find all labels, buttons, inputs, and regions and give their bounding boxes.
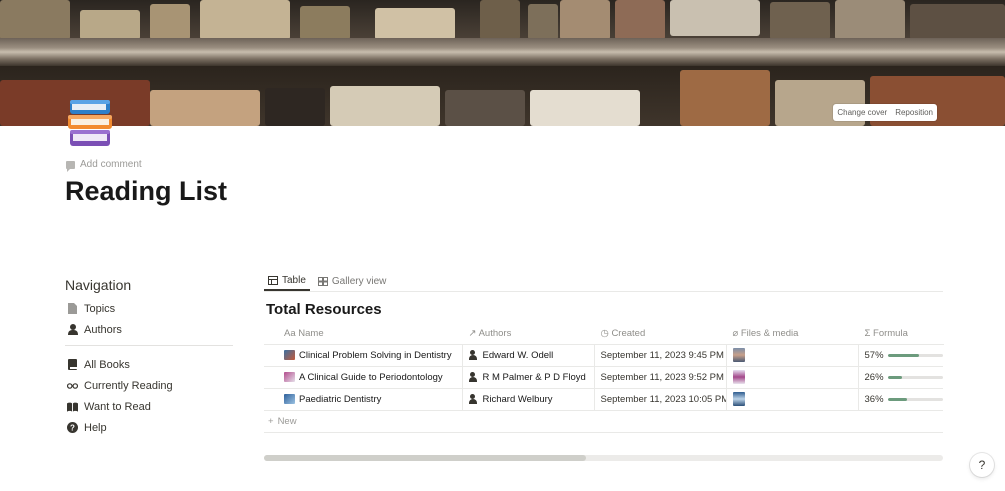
- person-icon: [468, 350, 477, 360]
- glasses-icon: [67, 380, 78, 391]
- text-type-icon: Aa: [284, 328, 296, 340]
- column-header-created[interactable]: ◷ Created: [594, 324, 727, 345]
- progress-fill: [887, 397, 908, 401]
- tab-label: Table: [282, 275, 306, 286]
- add-comment-button[interactable]: Add comment: [66, 159, 142, 172]
- person-icon: [468, 372, 477, 382]
- nav-item-label: Currently Reading: [84, 379, 173, 392]
- cover-image: Change cover Reposition: [0, 0, 1005, 126]
- person-icon: [67, 324, 78, 335]
- row-created: September 11, 2023 9:45 PM: [600, 349, 724, 361]
- column-header-name[interactable]: Aa Name: [264, 324, 463, 345]
- column-label: Name: [298, 328, 324, 340]
- tab-table[interactable]: Table: [264, 275, 310, 291]
- file-thumbnail[interactable]: [732, 392, 745, 406]
- database-view: Table Gallery view Total Resources Aa Na…: [264, 270, 944, 433]
- nav-item-label: Authors: [84, 323, 122, 336]
- nav-item-label: All Books: [84, 358, 130, 371]
- nav-item-authors[interactable]: Authors: [65, 319, 233, 340]
- nav-divider: [65, 345, 233, 346]
- nav-item-want-to-read[interactable]: Want to Read: [65, 396, 233, 417]
- new-row-label: New: [277, 415, 297, 427]
- table-row[interactable]: Clinical Problem Solving in Dentistry Ed…: [264, 344, 943, 367]
- svg-text:?: ?: [70, 423, 75, 432]
- comment-icon: [66, 160, 75, 172]
- progress-bar: [887, 353, 943, 357]
- database-title[interactable]: Total Resources: [266, 301, 943, 318]
- person-icon: [468, 394, 477, 404]
- clock-icon: ◷: [600, 328, 609, 340]
- page-title[interactable]: Reading List: [65, 176, 227, 207]
- progress-fill: [887, 353, 920, 357]
- column-label: Formula: [873, 328, 908, 340]
- nav-item-label: Topics: [84, 302, 116, 315]
- tab-gallery-view[interactable]: Gallery view: [314, 276, 390, 291]
- table-row[interactable]: A Clinical Guide to Periodontology R M P…: [264, 366, 943, 389]
- row-formula: 36%: [864, 393, 884, 405]
- file-thumbnail[interactable]: [732, 370, 745, 384]
- change-cover-button[interactable]: Change cover: [833, 104, 891, 121]
- row-author[interactable]: Edward W. Odell: [483, 350, 554, 361]
- database-table: Aa Name ↗ Authors ◷ Created ⌀ Files & me…: [264, 324, 944, 411]
- progress-bar: [887, 375, 943, 379]
- books-icon[interactable]: [66, 98, 118, 150]
- tab-label: Gallery view: [331, 276, 387, 287]
- row-name[interactable]: Paediatric Dentistry: [299, 394, 381, 405]
- navigation-heading: Navigation: [65, 277, 132, 293]
- row-name[interactable]: Clinical Problem Solving in Dentistry: [299, 350, 452, 361]
- row-formula: 57%: [864, 349, 884, 361]
- row-created: September 11, 2023 9:52 PM: [600, 371, 724, 383]
- add-comment-label: Add comment: [80, 159, 142, 170]
- relation-icon: ↗: [468, 328, 477, 340]
- column-label: Files & media: [740, 328, 799, 340]
- book-cover-icon: [284, 372, 295, 382]
- column-header-authors[interactable]: ↗ Authors: [462, 324, 595, 345]
- nav-item-all-books[interactable]: All Books: [65, 354, 233, 375]
- nav-item-currently-reading[interactable]: Currently Reading: [65, 375, 233, 396]
- book-cover-icon: [284, 394, 295, 404]
- row-created: September 11, 2023 10:05 PM: [600, 393, 726, 405]
- table-header-row: Aa Name ↗ Authors ◷ Created ⌀ Files & me…: [264, 324, 944, 345]
- nav-item-topics[interactable]: Topics: [65, 298, 233, 319]
- book-cover-icon: [284, 350, 295, 360]
- row-author[interactable]: Richard Welbury: [483, 394, 553, 405]
- column-header-files[interactable]: ⌀ Files & media: [726, 324, 859, 345]
- column-label: Authors: [478, 328, 512, 340]
- document-icon: [67, 303, 78, 314]
- row-author[interactable]: R M Palmer & P D Floyd: [483, 372, 586, 383]
- table-icon: [268, 276, 278, 285]
- column-label: Created: [611, 328, 646, 340]
- row-name[interactable]: A Clinical Guide to Periodontology: [299, 372, 443, 383]
- progress-fill: [887, 375, 902, 379]
- view-tabs: Table Gallery view: [264, 270, 943, 292]
- reposition-button[interactable]: Reposition: [891, 104, 937, 121]
- cover-controls: Change cover Reposition: [833, 104, 937, 121]
- scrollbar-thumb[interactable]: [264, 455, 586, 461]
- plus-icon: +: [268, 415, 274, 427]
- navigation-panel: Navigation Topics Authors All Books Curr…: [65, 277, 233, 438]
- cover-shelf-top: [0, 0, 1005, 42]
- file-thumbnail[interactable]: [732, 348, 745, 362]
- open-book-icon: [67, 401, 78, 412]
- question-icon: ?: [67, 422, 78, 433]
- sigma-icon: Σ: [864, 328, 871, 340]
- gallery-icon: [317, 277, 328, 286]
- table-row[interactable]: Paediatric Dentistry Richard Welbury Sep…: [264, 388, 943, 411]
- nav-item-label: Want to Read: [84, 400, 151, 413]
- horizontal-scrollbar[interactable]: [264, 455, 943, 461]
- help-button[interactable]: ?: [970, 453, 994, 477]
- row-formula: 26%: [864, 371, 884, 383]
- new-row-button[interactable]: + New: [264, 411, 943, 433]
- column-header-formula[interactable]: Σ Formula: [858, 324, 944, 345]
- book-icon: [67, 359, 78, 370]
- progress-bar: [887, 397, 943, 401]
- paperclip-icon: ⌀: [732, 328, 739, 340]
- nav-item-help[interactable]: ? Help: [65, 417, 233, 438]
- nav-item-label: Help: [84, 421, 107, 434]
- cover-shelf-rail: [0, 38, 1005, 66]
